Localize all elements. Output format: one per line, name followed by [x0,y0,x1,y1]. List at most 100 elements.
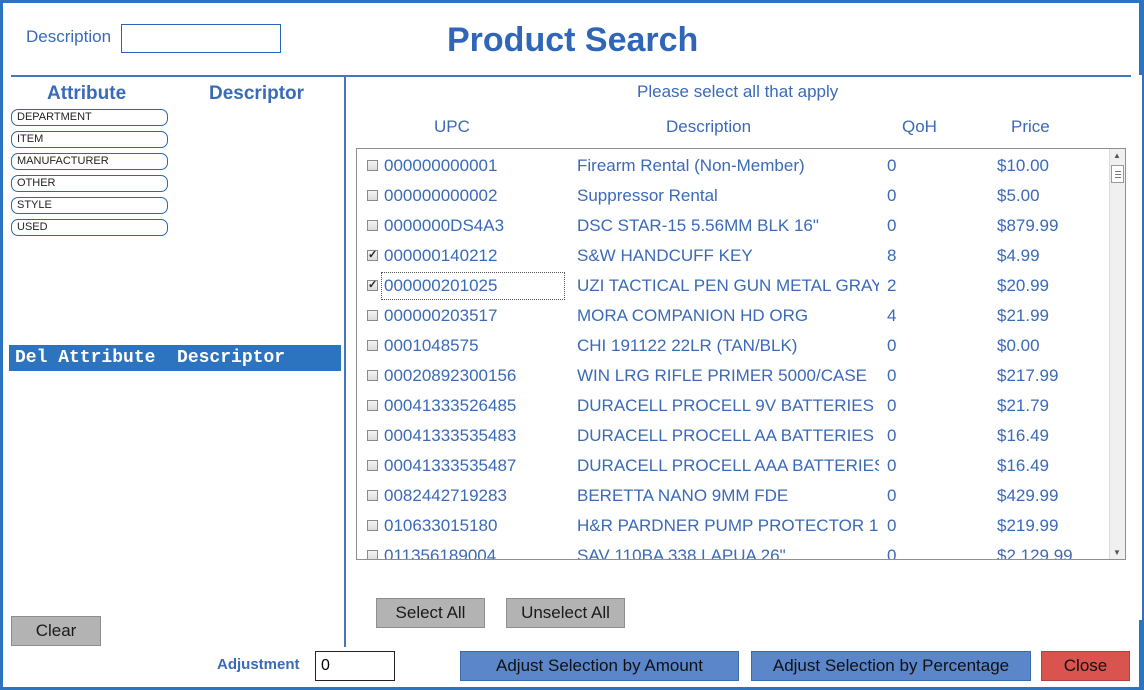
description-cell: DURACELL PROCELL AAA BATTERIES 24 [577,456,879,475]
window-edge [1133,75,1142,620]
adjustment-label: Adjustment [217,656,300,673]
table-row[interactable]: 00020892300156 WIN LRG RIFLE PRIMER 5000/… [357,361,1109,391]
upc-cell: 0082442719283 [384,486,507,505]
upc-cell: 000000203517 [384,306,498,325]
description-cell: MORA COMPANION HD ORG [577,306,809,325]
description-label: Description [26,27,112,46]
attribute-item-used[interactable]: USED [11,219,168,236]
row-checkbox[interactable] [367,220,378,231]
description-cell: UZI TACTICAL PEN GUN METAL GRAY [577,276,879,295]
row-checkbox[interactable] [367,160,378,171]
price-cell: $5.00 [997,186,1040,205]
price-cell: $217.99 [997,366,1059,385]
column-header-qoh: QoH [902,117,937,136]
description-cell: S&W HANDCUFF KEY [577,246,753,265]
table-row[interactable]: 00041333535487 DURACELL PROCELL AAA BATTE… [357,451,1109,481]
table-row[interactable]: 00041333526485 DURACELL PROCELL 9V BATTER… [357,391,1109,421]
description-cell: DURACELL PROCELL AA BATTERIES 24 [577,426,879,445]
row-checkbox[interactable]: ✓ [367,250,378,261]
qoh-cell: 8 [887,246,897,265]
row-checkbox[interactable] [367,520,378,531]
table-row[interactable]: 000000000001 Firearm Rental (Non-Member) 0… [357,151,1109,181]
row-checkbox[interactable] [367,550,378,559]
upc-cell: 011356189004 [384,546,497,560]
upc-cell: 0001048575 [384,336,479,355]
column-header-price: Price [1011,117,1050,136]
description-search-input[interactable] [121,24,281,53]
clear-button[interactable]: Clear [11,616,101,646]
table-row[interactable]: 000000203517 MORA COMPANION HD ORG 4 $21.99 [357,301,1109,331]
table-row[interactable]: 00041333535483 DURACELL PROCELL AA BATTER… [357,421,1109,451]
table-row[interactable]: 000000000002 Suppressor Rental 0 $5.00 [357,181,1109,211]
product-results-list[interactable]: 011356189004 SAV 110BA 338 LAPUA 26" 0 $2,1… [356,148,1126,560]
row-checkbox[interactable] [367,370,378,381]
row-checkbox[interactable] [367,400,378,411]
upc-cell: 000000000002 [384,186,498,205]
table-row[interactable]: ✓ 000000140212 S&W HANDCUFF KEY 8 $4.99 [357,241,1109,271]
qoh-cell: 0 [887,216,897,235]
price-cell: $16.49 [997,426,1049,445]
qoh-cell: 0 [887,366,897,385]
qoh-cell: 0 [887,426,897,445]
row-checkbox[interactable] [367,340,378,351]
upc-cell: 00041333526485 [384,396,517,415]
attribute-item-style[interactable]: STYLE [11,197,168,214]
results-scrollbar[interactable]: ▲ ▼ [1109,149,1125,559]
qoh-cell: 0 [887,156,897,175]
row-checkbox[interactable] [367,430,378,441]
price-cell: $429.99 [997,486,1059,505]
header-divider [11,75,1131,77]
upc-cell: 0000000DS4A3 [384,216,505,235]
table-row[interactable]: 0000000DS4A3 DSC STAR-15 5.56MM BLK 16" 0 $… [357,211,1109,241]
table-row[interactable]: 0001048575 CHI 191122 22LR (TAN/BLK) 0 $0.0… [357,331,1109,361]
description-cell: Firearm Rental (Non-Member) [577,156,805,175]
close-button[interactable]: Close [1041,651,1130,681]
panel-divider [344,77,346,647]
table-row[interactable]: 011356189004 SAV 110BA 338 LAPUA 26" 0 $2,1… [357,541,1109,560]
row-checkbox[interactable] [367,310,378,321]
adjustment-input[interactable] [315,651,395,681]
price-cell: $20.99 [997,276,1049,295]
row-checkbox[interactable]: ✓ [367,280,378,291]
unselect-all-button[interactable]: Unselect All [506,598,625,628]
row-checkbox[interactable] [367,460,378,471]
qoh-cell: 0 [887,186,897,205]
price-cell: $10.00 [997,156,1049,175]
row-checkbox[interactable] [367,490,378,501]
upc-cell: 010633015180 [384,516,498,535]
description-cell: SAV 110BA 338 LAPUA 26" [577,546,786,560]
upc-cell: 00020892300156 [384,366,517,385]
upc-cell: 000000201025 [384,276,498,295]
upc-cell: 00041333535483 [384,426,517,445]
scrollbar-thumb[interactable] [1111,165,1124,183]
price-cell: $2,129.99 [997,546,1073,560]
table-row[interactable]: 010633015180 H&R PARDNER PUMP PROTECTOR 1… [357,511,1109,541]
scroll-down-arrow-icon[interactable]: ▼ [1113,548,1121,557]
descriptor-header: Descriptor [209,83,305,104]
description-cell: BERETTA NANO 9MM FDE [577,486,789,505]
select-all-button[interactable]: Select All [376,598,485,628]
attribute-item-other[interactable]: OTHER [11,175,168,192]
qoh-cell: 0 [887,516,897,535]
adjust-by-amount-button[interactable]: Adjust Selection by Amount [460,651,739,681]
qoh-cell: 0 [887,456,897,475]
price-cell: $879.99 [997,216,1059,235]
price-cell: $4.99 [997,246,1040,265]
price-cell: $0.00 [997,336,1040,355]
column-header-description: Description [666,117,752,136]
description-cell: WIN LRG RIFLE PRIMER 5000/CASE [577,366,868,385]
adjust-by-percentage-button[interactable]: Adjust Selection by Percentage [751,651,1031,681]
price-cell: $21.79 [997,396,1049,415]
table-row[interactable]: ✓ 000000201025 UZI TACTICAL PEN GUN METAL … [357,271,1109,301]
qoh-cell: 0 [887,336,897,355]
attribute-item-department[interactable]: DEPARTMENT [11,109,168,126]
table-row[interactable]: 0082442719283 BERETTA NANO 9MM FDE 0 $429.9… [357,481,1109,511]
price-cell: $16.49 [997,456,1049,475]
attribute-item-manufacturer[interactable]: MANUFACTURER [11,153,168,170]
row-checkbox[interactable] [367,190,378,201]
product-search-window: Description Product Search Attribute Des… [3,3,1139,687]
upc-cell: 00041333535487 [384,456,517,475]
scroll-up-arrow-icon[interactable]: ▲ [1113,151,1121,160]
upc-cell: 000000000001 [384,156,498,175]
attribute-item-item[interactable]: ITEM [11,131,168,148]
